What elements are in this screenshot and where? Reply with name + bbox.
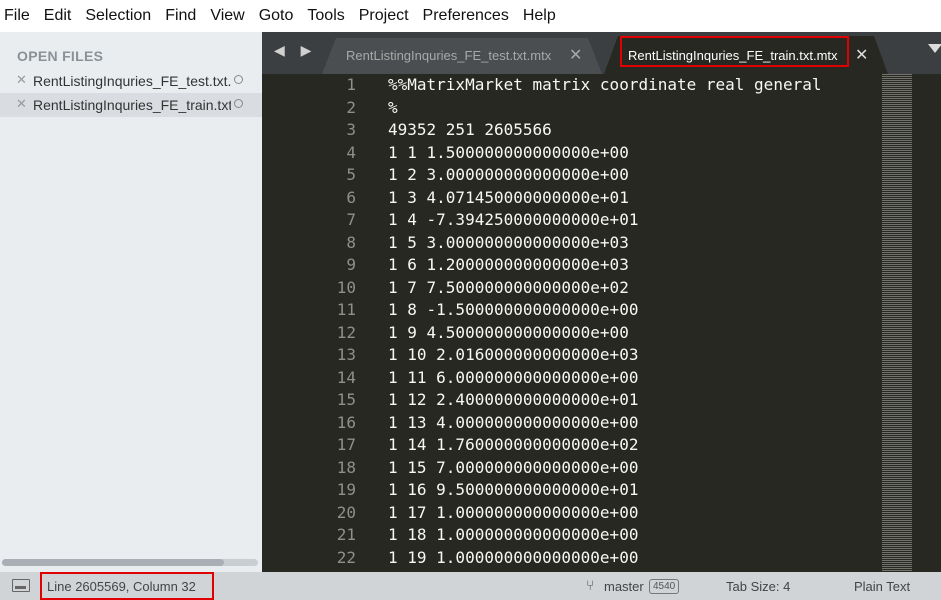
- minimap[interactable]: [882, 74, 912, 572]
- line-number: 9: [346, 255, 356, 274]
- code-line: 1 19 1.000000000000000e+00: [388, 548, 639, 567]
- git-changes-badge[interactable]: 4540: [649, 579, 680, 594]
- menu-bar: File Edit Selection Find View Goto Tools…: [0, 0, 941, 32]
- sidebar: OPEN FILES ✕ RentListingInquries_FE_test…: [0, 32, 262, 572]
- code-line: 1 18 1.000000000000000e+00: [388, 525, 639, 544]
- unsaved-dot-icon: [234, 75, 243, 84]
- line-number: 12: [336, 323, 356, 342]
- code-line: 1 13 4.000000000000000e+00: [388, 413, 639, 432]
- line-number: 22: [336, 548, 356, 567]
- menu-file[interactable]: File: [0, 0, 39, 32]
- git-branch-icon: ⑂: [586, 577, 595, 593]
- code-line: 1 6 1.200000000000000e+03: [388, 255, 629, 274]
- line-number: 2: [346, 98, 356, 117]
- close-icon[interactable]: ✕: [16, 96, 27, 112]
- sidebar-scrollbar[interactable]: [2, 559, 258, 566]
- line-number: 17: [336, 435, 356, 454]
- line-number: 1: [346, 75, 356, 94]
- code-line: 1 8 -1.500000000000000e+00: [388, 300, 639, 319]
- code-line: 1 11 6.000000000000000e+00: [388, 368, 639, 387]
- menu-selection[interactable]: Selection: [80, 0, 160, 32]
- menu-preferences[interactable]: Preferences: [418, 0, 518, 32]
- code-line: 1 15 7.000000000000000e+00: [388, 458, 639, 477]
- code-line: 1 2 3.000000000000000e+00: [388, 165, 629, 184]
- code-line: %%MatrixMarket matrix coordinate real ge…: [388, 75, 822, 94]
- line-number: 10: [336, 278, 356, 297]
- editor[interactable]: 1 2 3 4 5 6 7 8 9 10 11 12 13 14 15 16 1…: [262, 74, 941, 572]
- menu-edit[interactable]: Edit: [39, 0, 81, 32]
- menu-find[interactable]: Find: [160, 0, 205, 32]
- unsaved-dot-icon: [234, 99, 243, 108]
- code-line: 49352 251 2605566: [388, 120, 552, 139]
- tab-test-file[interactable]: RentListingInquries_FE_test.txt.mtx ✕: [322, 38, 602, 74]
- tab-dropdown-icon[interactable]: [928, 44, 941, 53]
- line-number: 18: [336, 458, 356, 477]
- line-number: 13: [336, 345, 356, 364]
- code-line: 1 17 1.000000000000000e+00: [388, 503, 639, 522]
- code-line: 1 1 1.500000000000000e+00: [388, 143, 629, 162]
- code-line: 1 16 9.500000000000000e+01: [388, 480, 639, 499]
- close-icon[interactable]: ✕: [16, 72, 27, 88]
- line-number: 4: [346, 143, 356, 162]
- highlight-box-tab: [620, 36, 849, 67]
- close-icon[interactable]: ✕: [855, 45, 868, 65]
- open-file-test[interactable]: ✕ RentListingInquries_FE_test.txt.mtx: [0, 69, 262, 93]
- line-number: 21: [336, 525, 356, 544]
- sidebar-scroll-thumb[interactable]: [2, 559, 224, 566]
- menu-project[interactable]: Project: [354, 0, 418, 32]
- code-line: 1 4 -7.394250000000000e+01: [388, 210, 639, 229]
- code-line: 1 12 2.400000000000000e+01: [388, 390, 639, 409]
- close-icon[interactable]: ✕: [569, 45, 582, 65]
- menu-goto[interactable]: Goto: [254, 0, 303, 32]
- line-number: 11: [336, 300, 356, 319]
- code-line: 1 9 4.500000000000000e+00: [388, 323, 629, 342]
- highlight-box-status: [40, 572, 214, 600]
- git-branch-name[interactable]: master: [604, 579, 644, 594]
- line-number: 8: [346, 233, 356, 252]
- line-number: 5: [346, 165, 356, 184]
- tab-label: RentListingInquries_FE_test.txt.mtx: [346, 48, 552, 63]
- menu-view[interactable]: View: [205, 0, 253, 32]
- line-number: 3: [346, 120, 356, 139]
- syntax-setting[interactable]: Plain Text: [854, 579, 910, 594]
- open-file-label: RentListingInquries_FE_train.txt.mtx: [33, 97, 231, 113]
- line-number: 6: [346, 188, 356, 207]
- line-number: 16: [336, 413, 356, 432]
- tab-size-setting[interactable]: Tab Size: 4: [726, 579, 790, 594]
- code-line: 1 7 7.500000000000000e+02: [388, 278, 629, 297]
- line-number: 14: [336, 368, 356, 387]
- line-number: 15: [336, 390, 356, 409]
- code-line: 1 10 2.016000000000000e+03: [388, 345, 639, 364]
- tab-nav-arrows-icon[interactable]: ◀ ▶: [274, 42, 317, 59]
- open-file-label: RentListingInquries_FE_test.txt.mtx: [33, 73, 231, 89]
- open-files-header: OPEN FILES: [17, 48, 104, 64]
- menu-tools[interactable]: Tools: [302, 0, 353, 32]
- line-number: 19: [336, 480, 356, 499]
- code-line: 1 14 1.760000000000000e+02: [388, 435, 639, 454]
- code-line: %: [388, 98, 398, 117]
- open-file-train[interactable]: ✕ RentListingInquries_FE_train.txt.mtx: [0, 93, 262, 117]
- line-number: 20: [336, 503, 356, 522]
- code-line: 1 3 4.071450000000000e+01: [388, 188, 629, 207]
- menu-help[interactable]: Help: [518, 0, 565, 32]
- monitor-icon[interactable]: [12, 579, 30, 592]
- line-number: 7: [346, 210, 356, 229]
- code-line: 1 5 3.000000000000000e+03: [388, 233, 629, 252]
